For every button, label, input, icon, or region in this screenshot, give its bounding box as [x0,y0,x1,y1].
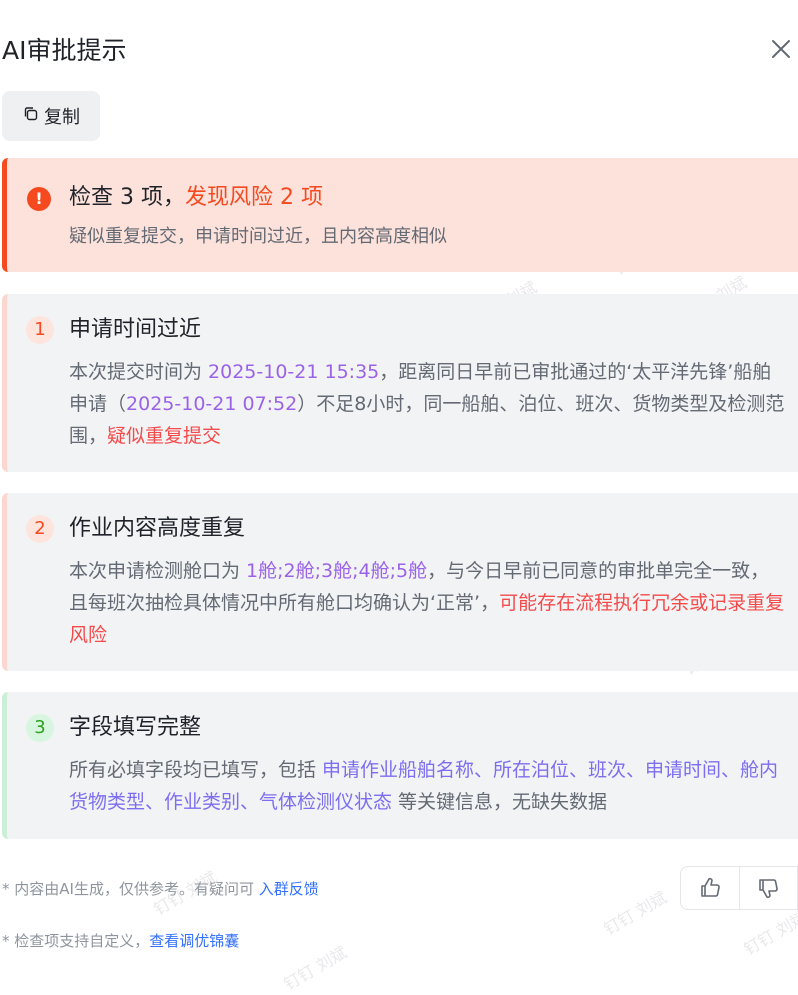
check-body: 本次申请检测舱口为 1舱;2舱;3舱;4舱;5舱，与今日早前已同意的审批单完全一… [69,555,787,651]
check-highlight: 疑似重复提交 [107,425,222,447]
summary-banner: ! 检查 3 项，发现风险 2 项 疑似重复提交，申请时间过近，且内容高度相似 [2,158,798,272]
check-item-content: 2 作业内容高度重复 本次申请检测舱口为 1舱;2舱;3舱;4舱;5舱，与今日早… [2,493,798,671]
footer-customize: * 检查项支持自定义，查看调优锦囊 [2,930,239,951]
check-text: 等关键信息，无缺失数据 [392,791,608,813]
summary-headline: 检查 3 项，发现风险 2 项 [69,182,323,214]
tuning-tips-link[interactable]: 查看调优锦囊 [149,932,239,950]
check-title: 申请时间过近 [69,317,202,342]
check-item-fields: 3 字段填写完整 所有必填字段均已填写，包括 申请作业船舶名称、所在泊位、班次、… [2,692,798,839]
copy-label: 复制 [44,107,80,128]
check-body: 本次提交时间为 2025-10-21 15:35，距离同日早前已审批通过的‘太平… [69,356,787,452]
check-body: 所有必填字段均已填写，包括 申请作业船舶名称、所在泊位、班次、申请时间、舱内货物… [69,754,787,818]
watermark-text: 钉钉 刘斌 [280,942,350,994]
check-number: 1 [26,316,54,344]
page-title: AI审批提示 [2,36,127,65]
copy-button[interactable]: 复制 [2,91,100,141]
check-highlight: 1舱;2舱;3舱;4舱;5舱 [246,560,428,582]
copy-icon [22,105,40,128]
check-item-time: 1 申请时间过近 本次提交时间为 2025-10-21 15:35，距离同日早前… [2,294,798,472]
check-highlight: 2025-10-21 07:52 [126,393,298,415]
join-group-feedback-link[interactable]: 入群反馈 [259,880,319,898]
check-title: 字段填写完整 [69,715,202,740]
check-text: 本次申请检测舱口为 [69,560,247,582]
check-text: 本次提交时间为 [69,361,209,383]
thumbs-up-icon[interactable] [681,867,739,909]
summary-detail: 疑似重复提交，申请时间过近，且内容高度相似 [69,226,447,247]
thumbs-down-icon[interactable] [739,867,797,909]
check-text: 所有必填字段均已填写，包括 [69,759,323,781]
check-number: 3 [26,714,54,742]
summary-prefix: 检查 3 项， [69,185,185,210]
close-icon[interactable] [768,36,794,62]
check-number: 2 [26,515,54,543]
header: AI审批提示 [0,30,798,74]
summary-risk-count: 发现风险 2 项 [184,185,323,210]
watermark-text: 钉钉 刘斌 [740,907,798,959]
footer-note: * 检查项支持自定义， [2,932,150,950]
check-highlight: 2025-10-21 15:35 [208,361,380,383]
feedback-buttons [680,866,798,910]
watermark-text: 钉钉 刘斌 [600,887,670,939]
check-title: 作业内容高度重复 [69,516,246,541]
footer-note: * 内容由AI生成，仅供参考。有疑问可 [2,880,259,898]
alert-icon: ! [27,187,51,211]
footer-disclaimer: * 内容由AI生成，仅供参考。有疑问可 入群反馈 [2,878,319,899]
